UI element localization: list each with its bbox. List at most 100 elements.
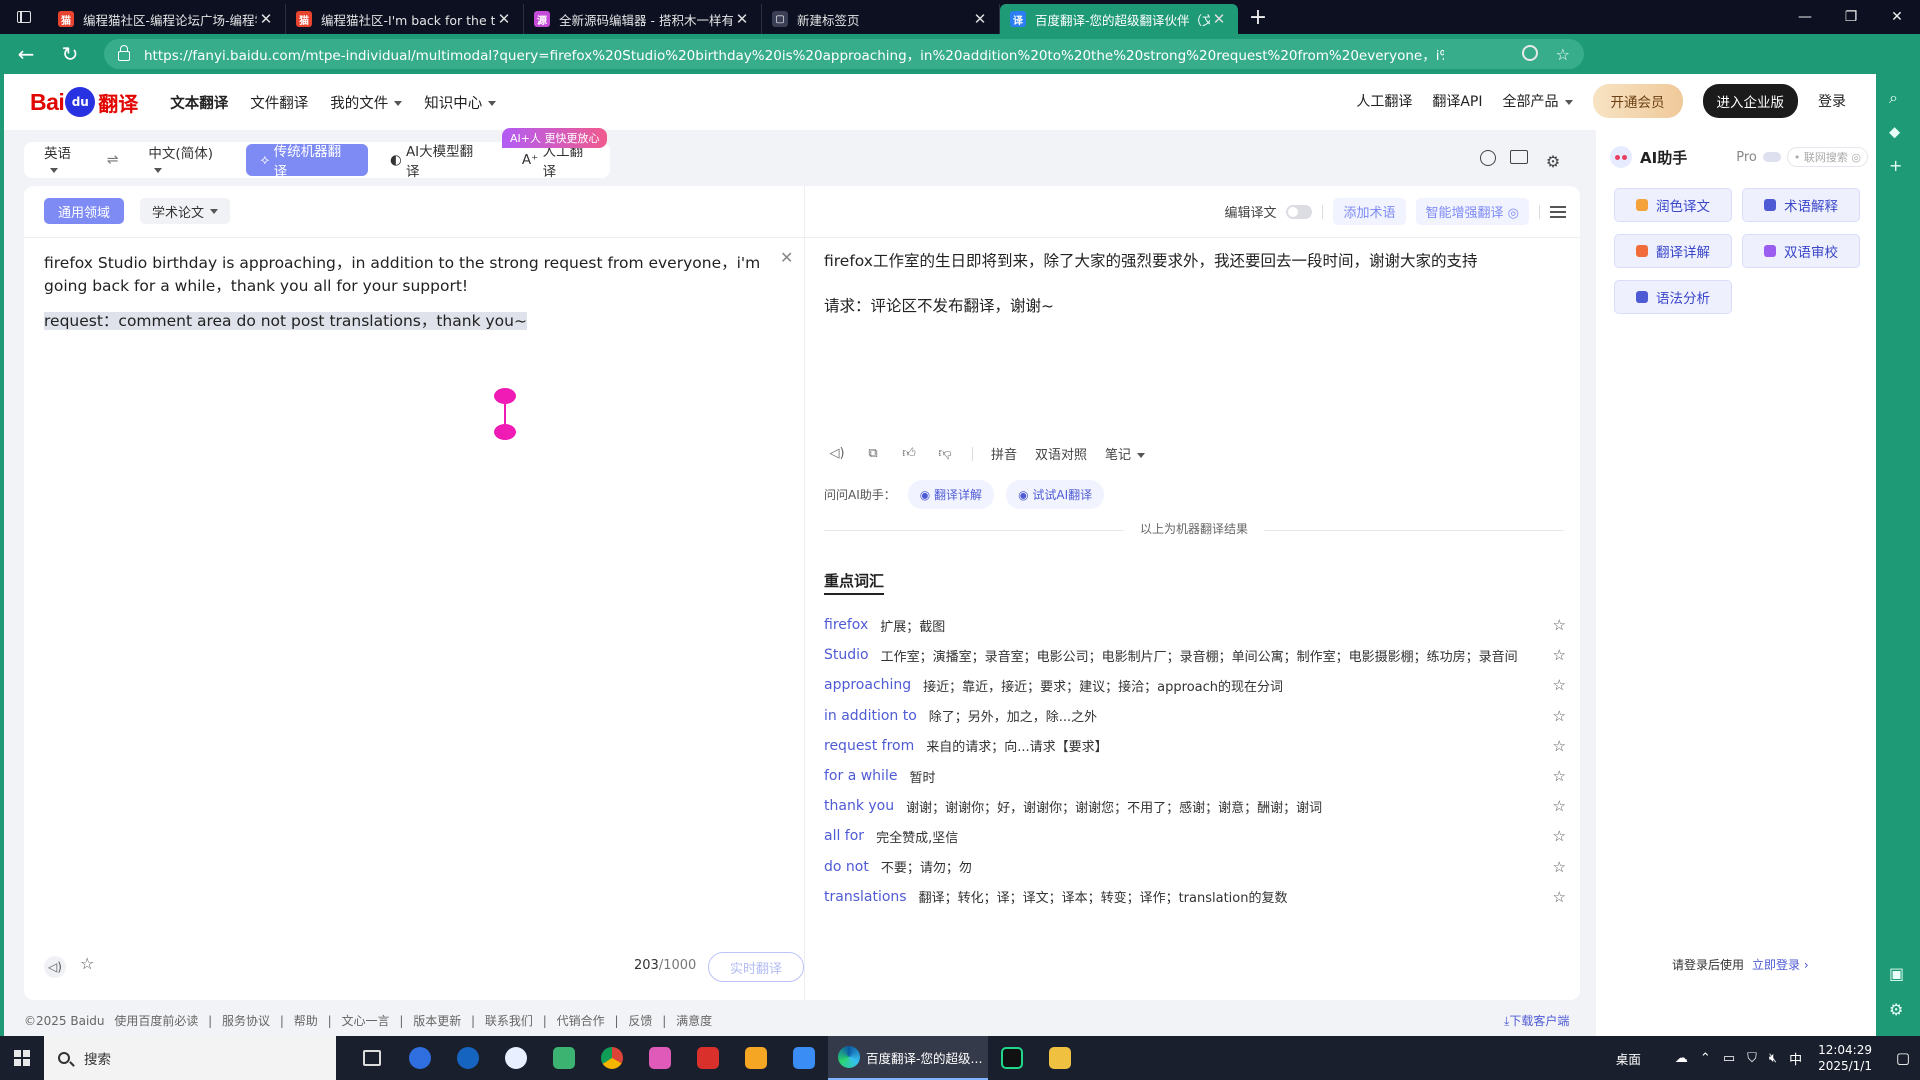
smart-enhance-button[interactable]: 智能增强翻译 ◎ — [1415, 198, 1529, 225]
notes-button[interactable]: 笔记 — [1105, 444, 1146, 463]
selection-handle-bottom[interactable] — [494, 424, 516, 440]
vocab-word[interactable]: thank you — [824, 798, 894, 814]
favorite-star-icon[interactable]: ☆ — [1553, 707, 1566, 725]
vocab-word[interactable]: Studio — [824, 647, 869, 663]
taskbar-edge-active[interactable]: 百度翻译-您的超级... — [828, 1036, 988, 1080]
grammar-analysis-button[interactable]: 语法分析 — [1614, 280, 1732, 314]
open-vip-button[interactable]: 开通会员 — [1592, 84, 1683, 118]
browser-tab-5-active[interactable]: 译 百度翻译-您的超级翻译伙伴（文字 ✕ — [1000, 4, 1238, 34]
nav-human-translate[interactable]: 人工翻译 — [1356, 91, 1412, 111]
login-link[interactable]: 登录 — [1818, 91, 1846, 111]
minimize-icon[interactable]: — — [1782, 0, 1828, 34]
restore-icon[interactable]: ❐ — [1828, 0, 1874, 34]
browser-tab-2[interactable]: 猫 编程猫社区-I'm back for the time ✕ — [286, 4, 524, 34]
login-now-link[interactable]: 立即登录 › — [1752, 958, 1809, 972]
url-field[interactable]: https://fanyi.baidu.com/mtpe-individual/… — [104, 39, 1584, 69]
wps-icon[interactable] — [684, 1036, 732, 1080]
speaker-icon[interactable]: ◁) — [828, 446, 846, 461]
try-ai-translate-button[interactable]: ◉ 试试AI翻译 — [1006, 480, 1105, 509]
vocab-word[interactable]: for a while — [824, 768, 897, 784]
speaker-icon[interactable]: ◁) — [44, 956, 66, 978]
screenshot-icon[interactable]: ▣ — [1889, 964, 1904, 983]
favorite-star-icon[interactable]: ☆ — [1553, 797, 1566, 815]
vocab-word[interactable]: approaching — [824, 677, 911, 693]
weather-icon[interactable]: ☁ — [1675, 1051, 1688, 1066]
term-explain-button[interactable]: 术语解释 — [1742, 188, 1860, 222]
taskbar-clock[interactable]: 12:04:29 2025/1/1 — [1818, 1042, 1872, 1074]
source-language-select[interactable]: 英语 — [24, 142, 97, 178]
folder-icon[interactable] — [1510, 150, 1528, 164]
footer-link[interactable]: 文心一言 — [341, 1014, 389, 1028]
favorite-star-icon[interactable]: ☆ — [1553, 616, 1566, 634]
edit-translation-toggle[interactable] — [1286, 204, 1313, 219]
tab-close-icon[interactable]: ✕ — [257, 10, 275, 28]
task-view-icon[interactable] — [348, 1036, 396, 1080]
pinyin-button[interactable]: 拼音 — [991, 444, 1017, 463]
app-orange-icon[interactable] — [732, 1036, 780, 1080]
add-icon[interactable]: + — [1889, 156, 1902, 175]
new-tab-button[interactable]: + — [1238, 0, 1278, 34]
app-game-icon[interactable] — [540, 1036, 588, 1080]
tab-close-icon[interactable]: ✕ — [971, 10, 989, 28]
baidu-translate-logo[interactable]: Bai du 翻译 — [30, 82, 138, 122]
volume-muted-icon[interactable]: 🔇︎ — [1769, 1051, 1777, 1066]
web-search-toggle[interactable]: • 联网搜索 ◎ — [1786, 147, 1868, 167]
tab-close-icon[interactable]: ✕ — [733, 10, 751, 28]
browser-tab-1[interactable]: 猫 编程猫社区-编程论坛广场-编程学 ✕ — [48, 4, 286, 34]
vocab-word[interactable]: request from — [824, 738, 914, 754]
thumbs-down-icon[interactable]: 👎︎ — [936, 446, 954, 461]
mode-machine-translate[interactable]: ⟡ 传统机器翻译 — [246, 144, 368, 180]
footer-link[interactable]: 联系我们 — [485, 1014, 533, 1028]
notification-icon[interactable]: ▢ — [1886, 1049, 1920, 1067]
app-bird-icon[interactable] — [780, 1036, 828, 1080]
settings-gear-icon[interactable]: ⚙ — [1889, 1000, 1903, 1019]
settings-gear-icon[interactable]: ⚙ — [1542, 150, 1564, 172]
download-client-link[interactable]: ⤓下载客户端 — [1504, 1012, 1575, 1029]
drop-icon[interactable]: ⬥ — [1889, 122, 1900, 142]
chrome-icon[interactable] — [588, 1036, 636, 1080]
favorite-star-icon[interactable]: ☆ — [1553, 858, 1566, 876]
footer-link[interactable]: 使用百度前必读 — [114, 1014, 198, 1028]
footer-link[interactable]: 反馈 — [628, 1014, 652, 1028]
clear-source-icon[interactable]: ✕ — [780, 248, 793, 267]
favorite-star-icon[interactable]: ☆ — [80, 954, 94, 973]
layout-menu-icon[interactable] — [1550, 205, 1566, 218]
tab-close-icon[interactable]: ✕ — [495, 10, 513, 28]
back-arrow-icon[interactable]: ← — [8, 38, 44, 70]
favorite-star-icon[interactable]: ☆ — [1553, 676, 1566, 694]
realtime-translate-button[interactable]: 实时翻译 — [708, 952, 804, 982]
thumbs-up-icon[interactable]: 👍︎ — [900, 446, 918, 461]
taskbar-search[interactable]: 搜索 — [44, 1036, 336, 1080]
history-clock-icon[interactable] — [1480, 150, 1496, 166]
app-map-icon[interactable] — [1036, 1036, 1084, 1080]
vocab-word[interactable]: in addition to — [824, 708, 917, 724]
footer-link[interactable]: 版本更新 — [413, 1014, 461, 1028]
pycharm-icon[interactable] — [988, 1036, 1036, 1080]
footer-link[interactable]: 帮助 — [294, 1014, 318, 1028]
favorite-star-icon[interactable]: ☆ — [1553, 737, 1566, 755]
chevron-up-icon[interactable]: ⌃ — [1700, 1051, 1711, 1066]
ai-pro-toggle[interactable] — [1762, 152, 1781, 162]
vocab-word[interactable]: firefox — [824, 617, 868, 633]
source-text-area[interactable]: firefox Studio birthday is approaching，i… — [44, 252, 784, 345]
tracking-icon[interactable] — [1522, 45, 1538, 61]
vocab-word[interactable]: translations — [824, 889, 907, 905]
nav-all-products[interactable]: 全部产品 — [1503, 91, 1573, 111]
ime-indicator[interactable]: 中 — [1789, 1049, 1802, 1068]
vocab-word[interactable]: do not — [824, 859, 869, 875]
nav-text-translate[interactable]: 文本翻译 — [170, 92, 228, 113]
tab-close-icon[interactable]: ✕ — [1210, 10, 1228, 28]
polish-translation-button[interactable]: 润色译文 — [1614, 188, 1732, 222]
footer-link[interactable]: 代销合作 — [557, 1014, 605, 1028]
favorite-star-icon[interactable]: ☆ — [1553, 646, 1566, 664]
bilingual-button[interactable]: 双语对照 — [1035, 444, 1087, 463]
swap-languages-icon[interactable]: ⇌ — [107, 152, 119, 168]
favorite-star-icon[interactable]: ☆ — [1556, 45, 1570, 64]
nav-translate-api[interactable]: 翻译API — [1432, 91, 1482, 111]
network-icon[interactable]: ▭ — [1723, 1051, 1735, 1066]
vocab-word[interactable]: all for — [824, 828, 864, 844]
start-button[interactable] — [0, 1036, 44, 1080]
mode-ai-llm-translate[interactable]: ◐ AI大模型翻译 — [376, 144, 500, 180]
refresh-icon[interactable]: ↻ — [52, 38, 88, 70]
tab-actions-button[interactable] — [0, 0, 48, 34]
